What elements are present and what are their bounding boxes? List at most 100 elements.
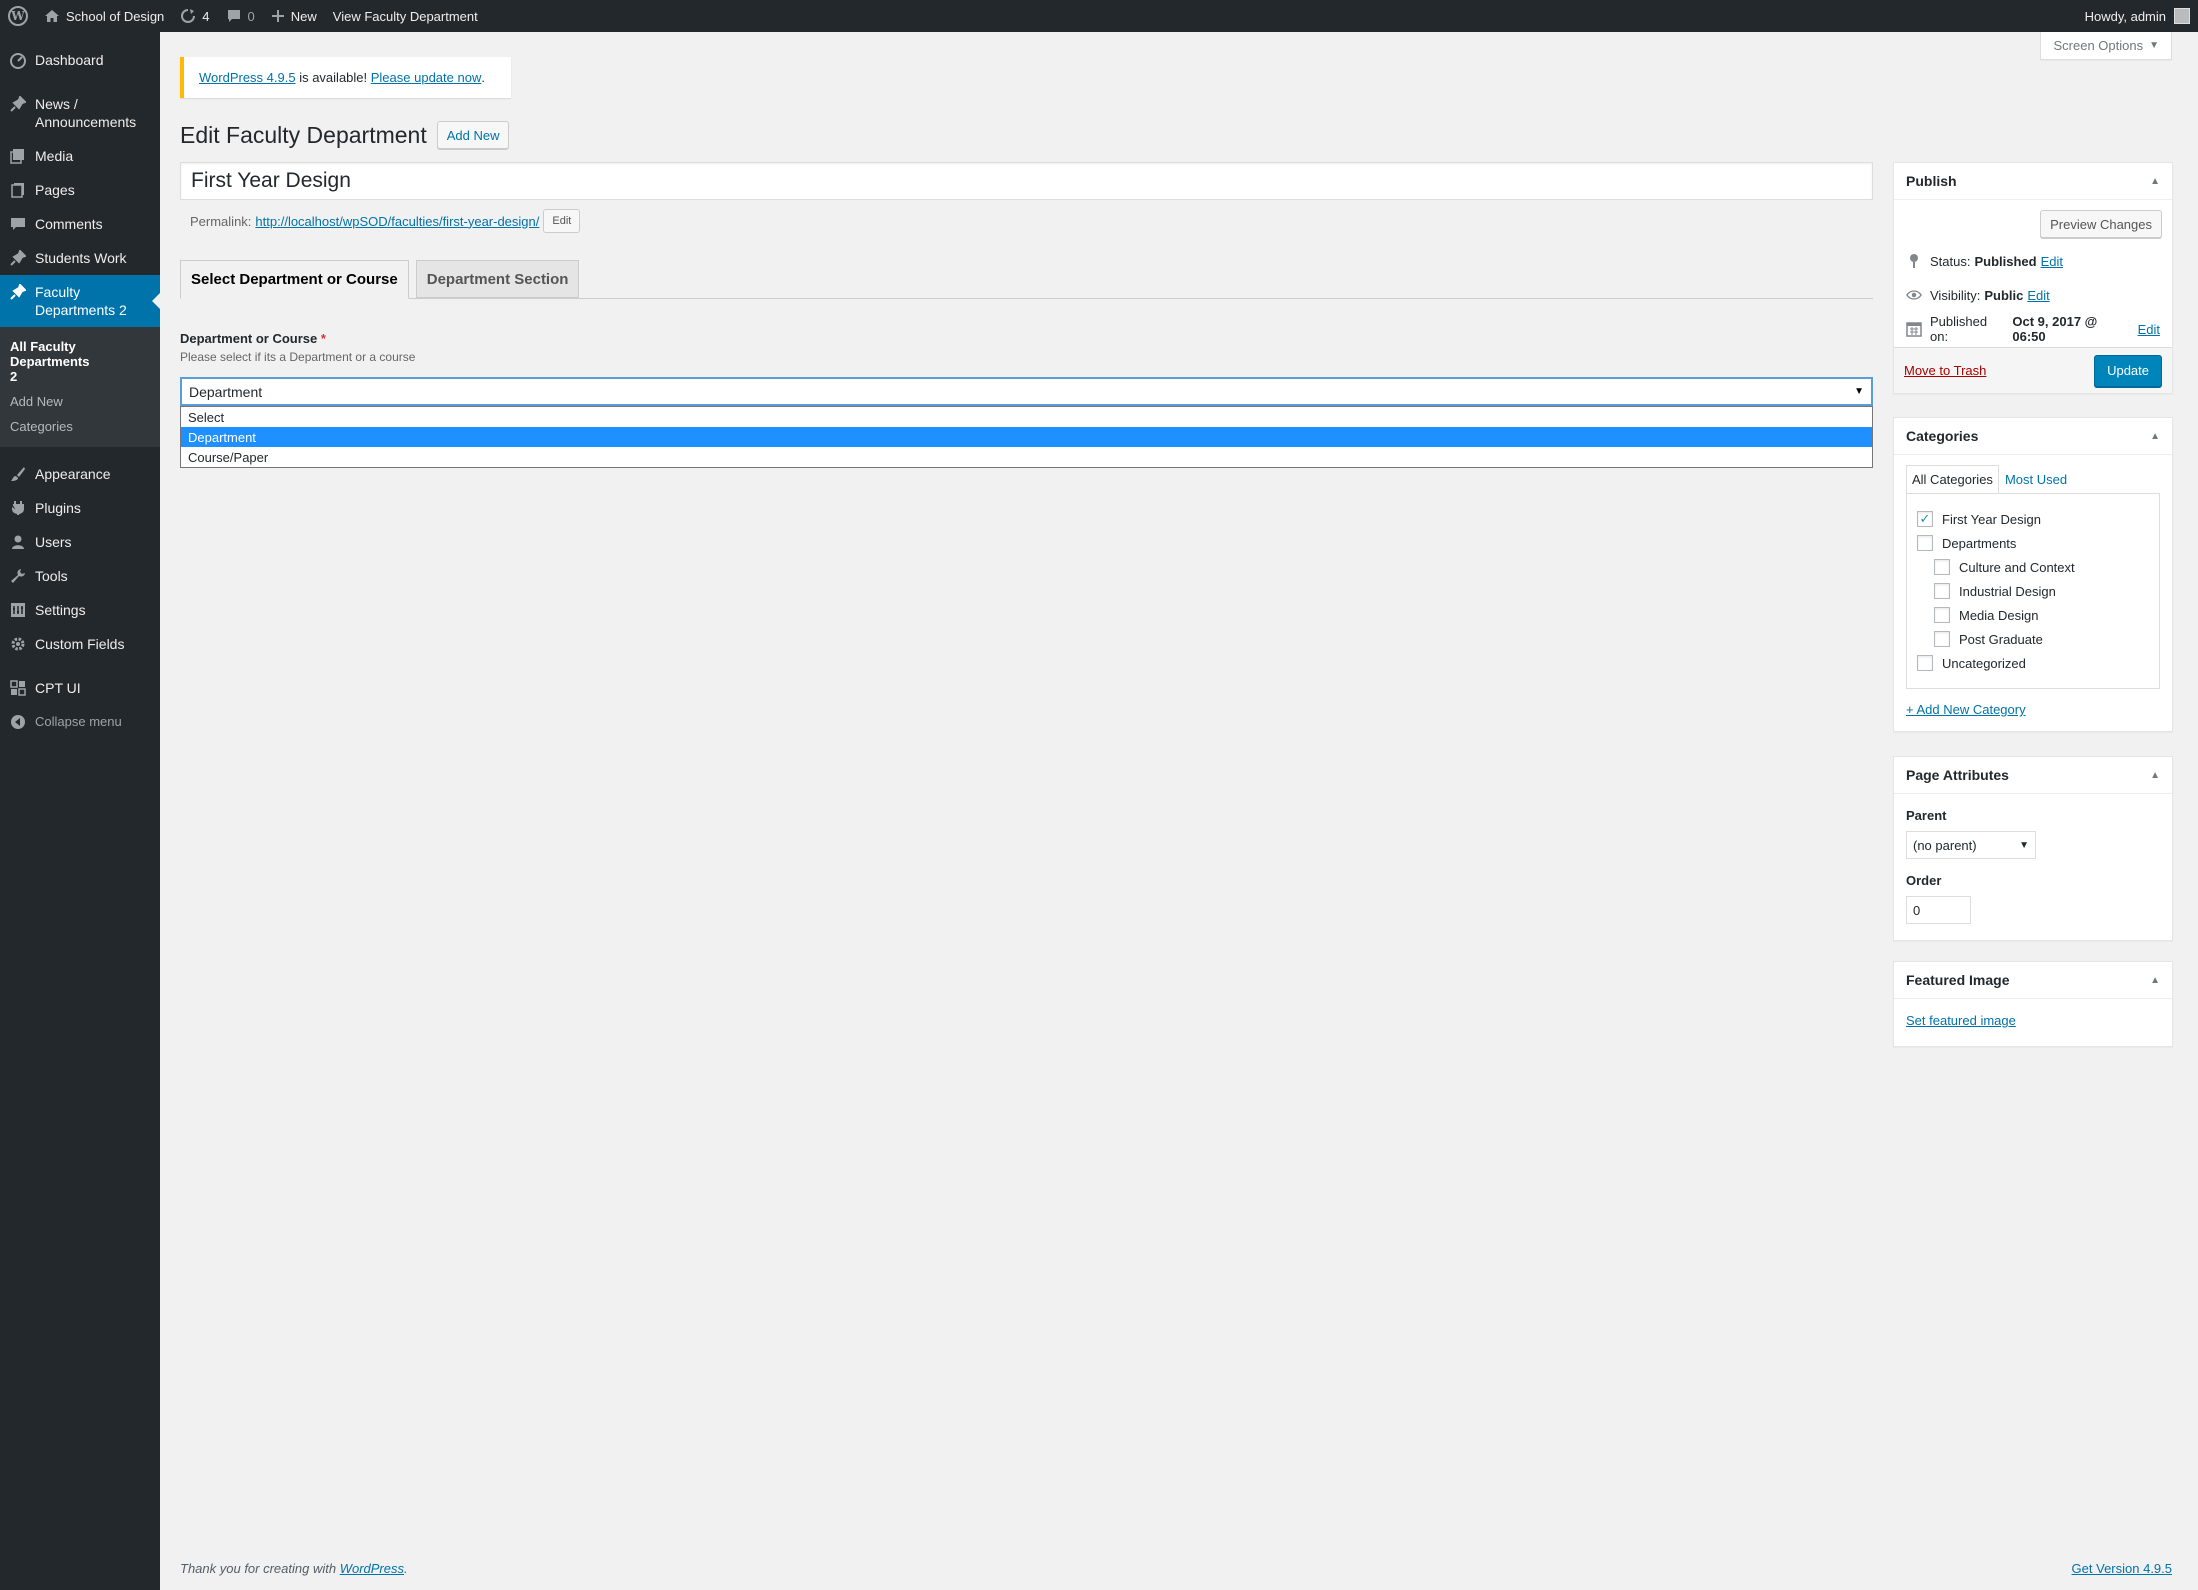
- howdy-account-link[interactable]: Howdy, admin: [2085, 9, 2166, 24]
- toggle-arrow-icon[interactable]: ▲: [2150, 770, 2160, 781]
- page-icon: [8, 181, 28, 199]
- new-content-link[interactable]: New: [263, 0, 325, 32]
- admin-bar: W School of Design 4 0 New View Faculty …: [0, 0, 2198, 32]
- checkbox-checked[interactable]: ✓: [1917, 511, 1933, 527]
- category-item[interactable]: Media Design: [1917, 603, 2149, 627]
- category-item[interactable]: Departments: [1917, 531, 2149, 555]
- page-attributes-box: Page Attributes ▲ Parent (no parent) ▼ Ord…: [1893, 756, 2173, 941]
- menu-news-announcements[interactable]: News / Announcements: [0, 87, 160, 139]
- status-row: Status: Published Edit: [1894, 244, 2172, 278]
- published-on-edit-link[interactable]: Edit: [2138, 322, 2160, 337]
- pin-icon: [8, 283, 28, 301]
- post-title-input[interactable]: First Year Design: [180, 162, 1873, 200]
- category-item[interactable]: Culture and Context: [1917, 555, 2149, 579]
- set-featured-image-link[interactable]: Set featured image: [1906, 1013, 2016, 1028]
- update-button[interactable]: Update: [2094, 354, 2162, 387]
- page-title-row: Edit Faculty Department Add New: [180, 121, 510, 149]
- featured-image-header[interactable]: Featured Image ▲: [1894, 962, 2172, 999]
- wrench-icon: [8, 567, 28, 585]
- option-select[interactable]: Select: [181, 407, 1872, 427]
- order-label: Order: [1906, 873, 1942, 888]
- comment-icon: [8, 215, 28, 233]
- menu-comments[interactable]: Comments: [0, 207, 160, 241]
- tab-select-department-or-course[interactable]: Select Department or Course: [180, 260, 409, 299]
- menu-appearance[interactable]: Appearance: [0, 457, 160, 491]
- wordpress-version-link[interactable]: WordPress 4.9.5: [199, 70, 296, 85]
- order-input[interactable]: 0: [1906, 896, 1971, 924]
- tab-most-used[interactable]: Most Used: [1998, 465, 2074, 493]
- view-post-link[interactable]: View Faculty Department: [325, 0, 486, 32]
- eye-icon: [1906, 287, 1922, 303]
- get-version-link[interactable]: Get Version 4.9.5: [2072, 1561, 2172, 1576]
- checkbox[interactable]: [1917, 655, 1933, 671]
- toggle-arrow-icon[interactable]: ▲: [2150, 975, 2160, 986]
- category-item[interactable]: Industrial Design: [1917, 579, 2149, 603]
- plugin-icon: [8, 499, 28, 517]
- collapse-icon: [8, 713, 28, 731]
- avatar[interactable]: [2174, 8, 2190, 24]
- permalink: Permalink: http://localhost/wpSOD/facult…: [190, 209, 581, 233]
- checkbox[interactable]: [1934, 559, 1950, 575]
- menu-pages[interactable]: Pages: [0, 173, 160, 207]
- department-or-course-select[interactable]: Department ▼: [180, 377, 1873, 406]
- pin-icon: [8, 95, 28, 113]
- status-edit-link[interactable]: Edit: [2041, 254, 2063, 269]
- menu-students-work[interactable]: Students Work: [0, 241, 160, 275]
- admin-sidebar: Dashboard News / Announcements Media Pag…: [0, 32, 160, 1590]
- categories-box-header[interactable]: Categories ▲: [1894, 418, 2172, 455]
- menu-tools[interactable]: Tools: [0, 559, 160, 593]
- checkbox[interactable]: [1917, 535, 1933, 551]
- comment-icon: [227, 10, 240, 22]
- parent-select[interactable]: (no parent) ▼: [1906, 831, 2036, 859]
- pin-icon: [1906, 253, 1922, 269]
- toggle-arrow-icon[interactable]: ▲: [2150, 431, 2160, 442]
- category-item[interactable]: Uncategorized: [1917, 651, 2149, 675]
- menu-users[interactable]: Users: [0, 525, 160, 559]
- category-item[interactable]: Post Graduate: [1917, 627, 2149, 651]
- visibility-edit-link[interactable]: Edit: [2027, 288, 2049, 303]
- submenu-categories[interactable]: Categories: [0, 414, 160, 439]
- menu-faculty-departments[interactable]: Faculty Departments 2: [0, 275, 160, 327]
- menu-media[interactable]: Media: [0, 139, 160, 173]
- collapse-menu-button[interactable]: Collapse menu: [0, 705, 160, 739]
- menu-dashboard[interactable]: Dashboard: [0, 43, 160, 77]
- option-department[interactable]: Department: [181, 427, 1872, 447]
- permalink-url-link[interactable]: http://localhost/wpSOD/faculties/first-y…: [255, 214, 539, 229]
- checkbox[interactable]: [1934, 583, 1950, 599]
- add-new-category-link[interactable]: + Add New Category: [1906, 702, 2026, 717]
- caret-down-icon: ▼: [2149, 40, 2159, 51]
- menu-custom-fields[interactable]: Custom Fields: [0, 627, 160, 661]
- checkbox[interactable]: [1934, 607, 1950, 623]
- dashboard-icon: [8, 51, 28, 69]
- option-course-paper[interactable]: Course/Paper: [181, 447, 1872, 467]
- menu-cpt-ui[interactable]: CPT UI: [0, 671, 160, 705]
- category-item[interactable]: ✓ First Year Design: [1917, 507, 2149, 531]
- menu-plugins[interactable]: Plugins: [0, 491, 160, 525]
- add-new-button[interactable]: Add New: [436, 121, 510, 149]
- calendar-icon: [1906, 321, 1922, 337]
- visibility-row: Visibility: Public Edit: [1894, 278, 2172, 312]
- wordpress-logo-button[interactable]: W: [0, 0, 36, 32]
- screen-options-button[interactable]: Screen Options ▼: [2040, 32, 2172, 60]
- main-content: Screen Options ▼ WordPress 4.9.5 is avail…: [160, 32, 2198, 1590]
- publish-box-header[interactable]: Publish ▲: [1894, 163, 2172, 200]
- wordpress-link[interactable]: WordPress: [340, 1561, 404, 1576]
- tab-department-section[interactable]: Department Section: [415, 260, 580, 298]
- move-to-trash-link[interactable]: Move to Trash: [1904, 363, 1986, 378]
- comments-link[interactable]: 0: [218, 0, 263, 32]
- faculty-submenu: All Faculty Departments 2 Add New Catego…: [0, 327, 160, 447]
- page-attributes-header[interactable]: Page Attributes ▲: [1894, 757, 2172, 794]
- checkbox[interactable]: [1934, 631, 1950, 647]
- permalink-edit-button[interactable]: Edit: [543, 209, 581, 233]
- department-or-course-label: Department or Course *: [180, 331, 326, 346]
- submenu-add-new[interactable]: Add New: [0, 389, 160, 414]
- site-name-link[interactable]: School of Design: [36, 0, 172, 32]
- submenu-all-faculty[interactable]: All Faculty Departments 2: [0, 334, 110, 389]
- toggle-arrow-icon[interactable]: ▲: [2150, 176, 2160, 187]
- preview-changes-button[interactable]: Preview Changes: [2040, 210, 2162, 238]
- updates-link[interactable]: 4: [172, 0, 217, 32]
- publish-box: Publish ▲ Preview Changes Status: Publishe…: [1893, 162, 2173, 394]
- menu-settings[interactable]: Settings: [0, 593, 160, 627]
- update-now-link[interactable]: Please update now: [371, 70, 482, 85]
- tab-all-categories[interactable]: All Categories: [1906, 465, 1999, 493]
